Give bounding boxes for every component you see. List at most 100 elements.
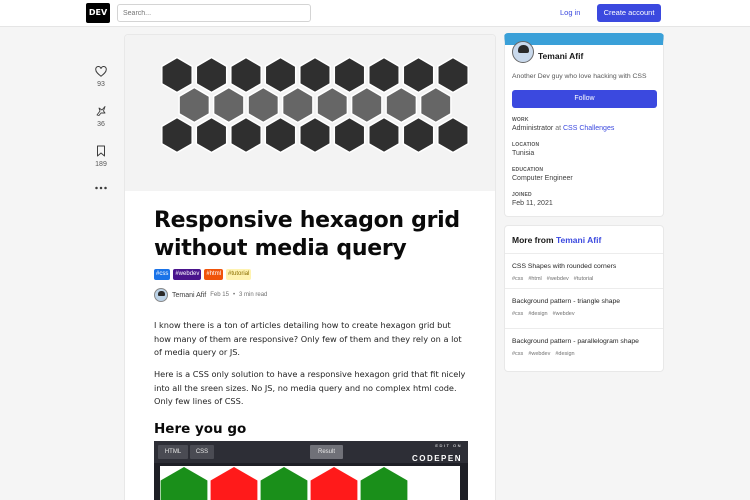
unicorn-count: 36 xyxy=(97,121,105,128)
dev-logo[interactable]: DEV xyxy=(86,3,110,23)
hexagon-tile xyxy=(299,56,331,94)
hexagon-tile xyxy=(368,56,400,94)
edit-on-label: EDIT ON xyxy=(435,443,462,448)
post-title[interactable]: Background pattern - triangle shape xyxy=(512,298,620,305)
work-at: at xyxy=(555,125,562,132)
codepen-brand: CODEPEN xyxy=(411,454,462,463)
follow-button[interactable]: Follow xyxy=(512,90,657,108)
post-tag[interactable]: #webdev xyxy=(553,311,575,317)
tab-html[interactable]: HTML xyxy=(158,445,188,459)
post-tag[interactable]: #css xyxy=(512,311,523,317)
post-tag[interactable]: #tutorial xyxy=(574,276,594,282)
bookmark-reaction[interactable]: 189 xyxy=(90,145,112,168)
post-tag[interactable]: #css xyxy=(512,276,523,282)
location-value: Tunisia xyxy=(512,150,535,157)
post-title[interactable]: CSS Shapes with rounded corners xyxy=(512,263,616,270)
post-tag[interactable]: #design xyxy=(528,311,547,317)
hexagon-grid-image xyxy=(161,56,469,154)
work-value: Administrator at CSS Challenges xyxy=(512,125,614,132)
profile-avatar[interactable] xyxy=(512,41,534,63)
cover-image xyxy=(125,35,495,191)
hexagon-tile xyxy=(161,116,193,154)
author-meta: Temani Afif Feb 15 • 3 min read xyxy=(154,288,267,302)
result-hexagon xyxy=(160,467,208,500)
result-hexagons xyxy=(160,467,408,500)
post-tag[interactable]: #css xyxy=(512,351,523,357)
hexagon-tile xyxy=(368,116,400,154)
login-link[interactable]: Log in xyxy=(560,8,580,17)
location-label: LOCATION xyxy=(512,142,540,148)
list-item[interactable]: Background pattern - triangle shape #css… xyxy=(505,288,663,333)
author-name[interactable]: Temani Afif xyxy=(172,292,206,299)
codepen-result-canvas xyxy=(160,466,460,500)
article-title: Responsive hexagon grid without media qu… xyxy=(154,208,460,261)
hexagon-tile xyxy=(316,86,349,124)
hexagon-tile xyxy=(385,86,418,124)
more-from-author-link[interactable]: Temani Afif xyxy=(556,235,601,245)
post-tag[interactable]: #design xyxy=(555,351,574,357)
author-profile-card: Temani Afif Another Dev guy who love hac… xyxy=(504,33,664,217)
hexagon-tile xyxy=(419,86,452,124)
article-card: Responsive hexagon grid without media qu… xyxy=(124,34,496,500)
hexagon-tile xyxy=(333,116,366,154)
codepen-logo[interactable]: EDIT ON CODEPEN xyxy=(412,443,462,466)
result-hexagon xyxy=(210,467,258,500)
result-hexagon xyxy=(360,467,408,500)
joined-value: Feb 11, 2021 xyxy=(512,200,553,207)
education-label: EDUCATION xyxy=(512,167,544,173)
bookmark-count: 189 xyxy=(95,161,107,168)
profile-name[interactable]: Temani Afif xyxy=(538,51,583,61)
bookmark-icon xyxy=(97,145,105,157)
hexagon-tile xyxy=(402,116,435,154)
tag-tutorial[interactable]: #tutorial xyxy=(226,269,252,280)
unicorn-icon xyxy=(96,106,106,116)
post-tags: #css #webdev #design xyxy=(512,351,575,357)
tag-webdev[interactable]: #webdev xyxy=(173,269,202,280)
search-input[interactable] xyxy=(117,4,311,22)
tag-html[interactable]: #html xyxy=(204,269,224,280)
post-tags: #css #html #webdev #tutorial xyxy=(512,276,593,282)
more-options-button[interactable] xyxy=(90,186,112,194)
like-count: 93 xyxy=(97,81,105,88)
post-tag[interactable]: #html xyxy=(528,276,541,282)
post-tag[interactable]: #webdev xyxy=(547,276,569,282)
work-org-link[interactable]: CSS Challenges xyxy=(563,125,614,132)
unicorn-reaction[interactable]: 36 xyxy=(90,105,112,128)
tag-list: #css #webdev #html #tutorial xyxy=(154,269,252,280)
education-value: Computer Engineer xyxy=(512,175,573,182)
tab-css[interactable]: CSS xyxy=(190,445,214,459)
post-title[interactable]: Background pattern - parallelogram shape xyxy=(512,338,639,345)
codepen-embed[interactable]: HTML CSS Result EDIT ON CODEPEN xyxy=(154,441,468,500)
hexagon-tile xyxy=(437,116,469,154)
read-time: 3 min read xyxy=(239,292,268,298)
list-item[interactable]: Background pattern - parallelogram shape… xyxy=(505,328,663,373)
profile-bio: Another Dev guy who love hacking with CS… xyxy=(512,73,647,80)
create-account-button[interactable]: Create account xyxy=(597,4,661,22)
result-hexagon xyxy=(260,467,308,500)
tag-css[interactable]: #css xyxy=(154,269,171,280)
hexagon-tile xyxy=(178,86,211,124)
hexagon-tile xyxy=(195,116,228,154)
hexagon-tile xyxy=(299,116,331,154)
like-reaction[interactable]: 93 xyxy=(90,66,112,88)
joined-label: JOINED xyxy=(512,192,532,198)
post-tag[interactable]: #webdev xyxy=(528,351,550,357)
hexagon-tile xyxy=(264,56,297,94)
tab-result[interactable]: Result xyxy=(310,445,343,459)
hexagon-tile xyxy=(247,86,280,124)
paragraph-intro: I know there is a ton of articles detail… xyxy=(154,320,462,357)
hexagon-tile xyxy=(230,116,262,154)
publish-date: Feb 15 xyxy=(210,292,229,298)
paragraph-solution: Here is a CSS only solution to have a re… xyxy=(154,369,466,406)
hexagon-tile xyxy=(281,86,314,124)
top-navbar: DEV Log in Create account xyxy=(0,0,750,27)
result-hexagon xyxy=(310,467,358,500)
hexagon-tile xyxy=(402,56,435,94)
ellipsis-icon xyxy=(95,186,107,190)
post-tags: #css #design #webdev xyxy=(512,311,575,317)
avatar[interactable] xyxy=(154,288,168,302)
more-from-author-card: More from Temani Afif CSS Shapes with ro… xyxy=(504,225,664,372)
hexagon-tile xyxy=(264,116,297,154)
hexagon-tile xyxy=(230,56,262,94)
work-label: WORK xyxy=(512,117,529,123)
